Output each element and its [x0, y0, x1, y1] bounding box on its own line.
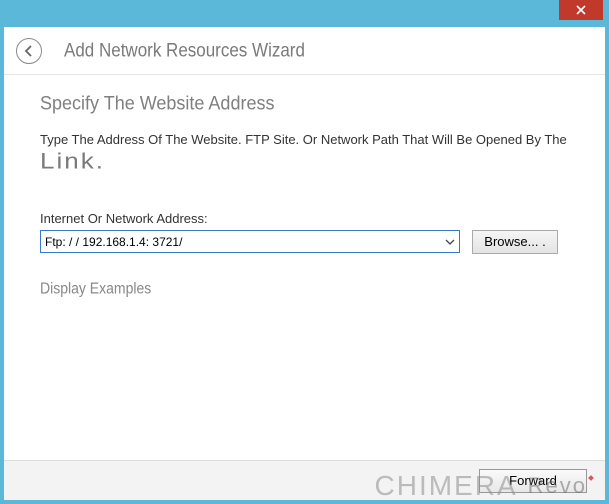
wizard-title: Add Network Resources Wizard: [64, 39, 305, 61]
display-examples-link[interactable]: Display Examples: [40, 279, 151, 297]
address-combobox[interactable]: [40, 230, 460, 253]
titlebar: Add Network Resources Wizard: [4, 27, 605, 75]
wizard-footer: Forward: [4, 460, 605, 500]
forward-button[interactable]: Forward: [479, 469, 587, 493]
back-button[interactable]: [16, 38, 42, 64]
chevron-down-icon[interactable]: [441, 231, 459, 252]
close-button[interactable]: [559, 0, 603, 20]
page-description-cont: Link.: [40, 148, 105, 174]
browse-button[interactable]: Browse... .: [472, 230, 558, 254]
address-row: Browse... .: [40, 230, 569, 254]
address-label: Internet Or Network Address:: [40, 211, 569, 226]
wizard-window: Add Network Resources Wizard Specify The…: [3, 26, 606, 501]
page-heading: Specify The Website Address: [40, 92, 569, 115]
page-description: Type The Address Of The Website. FTP Sit…: [40, 132, 569, 148]
address-input[interactable]: [41, 231, 441, 252]
wizard-content: Specify The Website Address Type The Add…: [4, 75, 605, 460]
